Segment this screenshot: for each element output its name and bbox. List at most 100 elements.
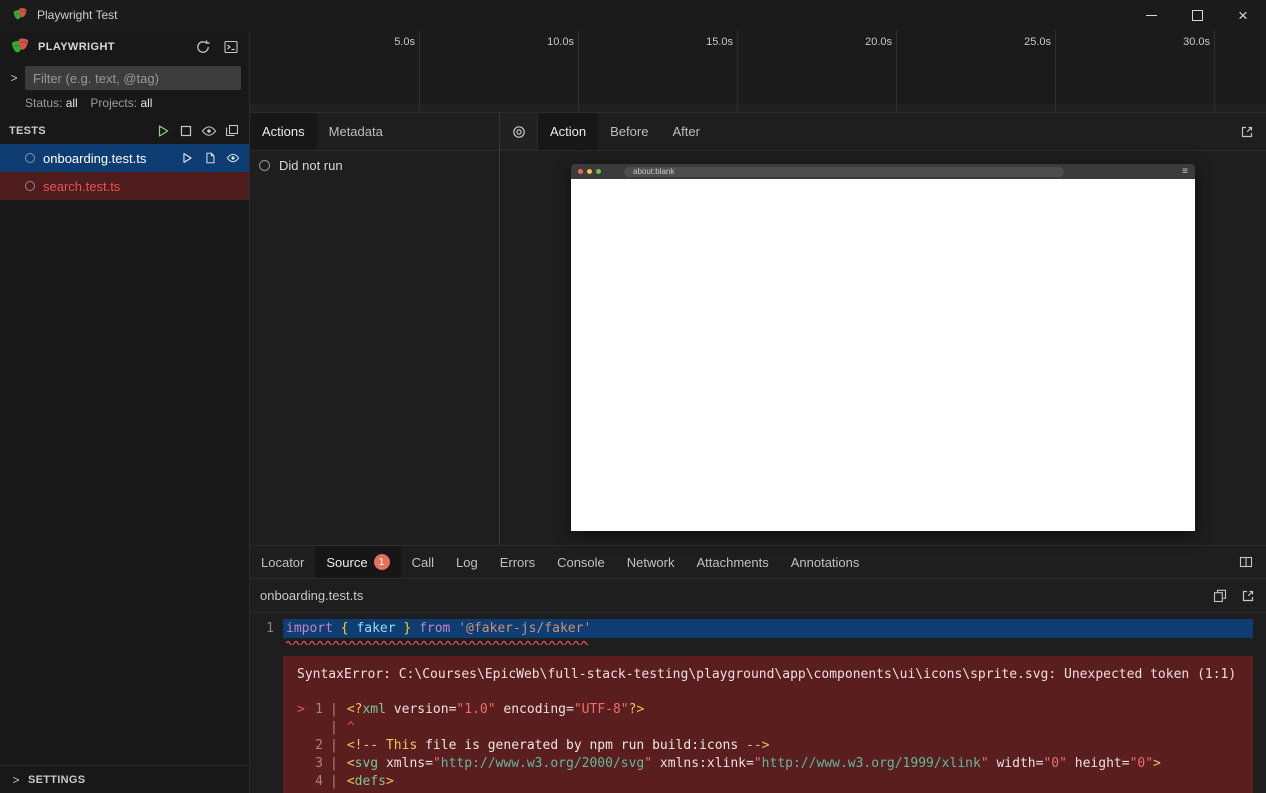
tab-label: Annotations — [791, 555, 860, 570]
tab-label: Errors — [500, 555, 535, 570]
projects-value[interactable]: all — [140, 96, 152, 110]
tab-action[interactable]: Action — [538, 113, 598, 150]
test-status-icon — [25, 153, 35, 163]
maximize-icon — [1192, 10, 1203, 21]
tab-label: Attachments — [696, 555, 768, 570]
maximize-button[interactable] — [1174, 0, 1220, 30]
action-empty-state: Did not run — [279, 158, 343, 173]
tab-label: Network — [627, 555, 675, 570]
status-value[interactable]: all — [66, 96, 78, 110]
test-status-icon — [25, 181, 35, 191]
tab-label: After — [672, 124, 699, 139]
reload-tests-icon[interactable] — [195, 39, 211, 55]
frame-pipe: | — [323, 719, 347, 737]
tab-locator[interactable]: Locator — [250, 546, 315, 578]
filter-input[interactable] — [25, 66, 241, 90]
not-run-status-icon — [259, 160, 270, 171]
test-row-actions — [180, 151, 249, 165]
stop-tests-icon[interactable] — [178, 123, 194, 139]
tab-label: Log — [456, 555, 478, 570]
tab-label: Source — [326, 555, 367, 570]
tab-source[interactable]: Source 1 — [315, 546, 400, 578]
filter-status-line: Status: all Projects: all — [0, 94, 249, 118]
terminal-icon[interactable] — [223, 39, 239, 55]
watch-all-icon[interactable] — [201, 123, 217, 139]
pick-locator-button[interactable] — [500, 113, 538, 150]
frame-pipe: | — [323, 737, 347, 755]
frame-line-number: 4 — [310, 773, 323, 791]
error-code-frame: >1|<?xml version="1.0" encoding="UTF-8"?… — [297, 701, 1239, 791]
sidebar-section-title: PLAYWRIGHT — [38, 41, 183, 53]
settings-label: SETTINGS — [28, 774, 85, 786]
open-snapshot-external-button[interactable] — [1228, 113, 1266, 150]
projects-label: Projects: — [90, 96, 137, 110]
frame-marker: > — [297, 701, 310, 719]
test-item-search.test.ts[interactable]: search.test.ts — [0, 172, 249, 200]
settings-section-header[interactable]: > SETTINGS — [0, 765, 249, 793]
hamburger-menu-icon: ≡ — [1182, 167, 1188, 177]
tab-label: Actions — [262, 124, 305, 139]
tab-attachments[interactable]: Attachments — [685, 546, 779, 578]
timeline-tick-label: 15.0s — [706, 36, 733, 48]
run-test-icon[interactable] — [180, 151, 194, 165]
tests-section-header: TESTS — [0, 118, 249, 144]
external-link-icon — [1239, 124, 1255, 140]
watch-test-icon[interactable] — [226, 151, 240, 165]
tab-network[interactable]: Network — [616, 546, 686, 578]
tab-actions[interactable]: Actions — [250, 113, 317, 150]
timeline-tick-label: 10.0s — [547, 36, 574, 48]
copy-icon[interactable] — [1212, 588, 1228, 604]
tab-console[interactable]: Console — [546, 546, 616, 578]
tab-metadata[interactable]: Metadata — [317, 113, 395, 150]
error-frame-line: 4|<defs> — [297, 773, 1239, 791]
tab-annotations[interactable]: Annotations — [780, 546, 871, 578]
tab-label: Call — [412, 555, 434, 570]
frame-line-number: 3 — [310, 755, 323, 773]
actions-panel: Actions Metadata Did not run — [250, 113, 500, 545]
tab-after[interactable]: After — [660, 113, 711, 150]
timeline-tick: 10.0s — [420, 30, 579, 112]
error-frame-line: 2|<!-- This file is generated by npm run… — [297, 737, 1239, 755]
frame-code: <!-- This file is generated by npm run b… — [347, 737, 770, 755]
timeline-tick: 20.0s — [738, 30, 897, 112]
error-squiggle-underline — [286, 639, 589, 645]
title-bar: Playwright Test × — [0, 0, 1266, 30]
chevron-right-icon: > — [8, 773, 24, 787]
timeline-tick-label: 25.0s — [1024, 36, 1051, 48]
minimize-button[interactable] — [1128, 0, 1174, 30]
frame-line-number — [310, 719, 323, 737]
traffic-light-minimize-icon — [587, 169, 592, 174]
chevron-right-icon[interactable]: > — [6, 71, 22, 85]
close-button[interactable]: × — [1220, 0, 1266, 30]
details-tabbar: Locator Source 1 Call Log Errors Console Networ… — [250, 546, 1266, 579]
collapse-all-icon[interactable] — [224, 123, 240, 139]
frame-code: <defs> — [347, 773, 394, 791]
error-message: SyntaxError: C:\Courses\EpicWeb\full-sta… — [297, 666, 1239, 684]
run-all-tests-icon[interactable] — [155, 123, 171, 139]
frame-marker — [297, 737, 310, 755]
tab-before[interactable]: Before — [598, 113, 660, 150]
frame-marker — [297, 773, 310, 791]
snapshot-toolbar: ActionBefore After — [500, 113, 1266, 151]
show-source-icon[interactable] — [203, 151, 217, 165]
error-count-badge: 1 — [374, 554, 390, 570]
tab-log[interactable]: Log — [445, 546, 489, 578]
frame-marker — [297, 719, 310, 737]
tab-errors[interactable]: Errors — [489, 546, 546, 578]
frame-pipe: | — [323, 701, 347, 719]
toggle-split-view-button[interactable] — [1226, 546, 1266, 578]
tab-call[interactable]: Call — [401, 546, 445, 578]
source-code-line: import { faker } from '@faker-js/faker' — [283, 619, 1253, 638]
page-url: about:blank — [633, 168, 674, 176]
browser-page-blank — [571, 179, 1195, 531]
frame-pipe: | — [323, 773, 347, 791]
test-item-onboarding.test.ts[interactable]: onboarding.test.ts — [0, 144, 249, 172]
frame-pipe: | — [323, 755, 347, 773]
source-code-view[interactable]: 1 import { faker } from '@faker-js/faker… — [250, 613, 1266, 793]
status-label: Status: — [25, 96, 62, 110]
sidebar: PLAYWRIGHT > Status: all Projects: all T… — [0, 30, 250, 793]
open-source-external-icon[interactable] — [1240, 588, 1256, 604]
frame-code: <?xml version="1.0" encoding="UTF-8"?> — [347, 701, 644, 719]
action-list-item[interactable]: Did not run — [250, 151, 499, 180]
timeline[interactable]: 5.0s10.0s15.0s20.0s25.0s30.0s — [250, 30, 1266, 113]
